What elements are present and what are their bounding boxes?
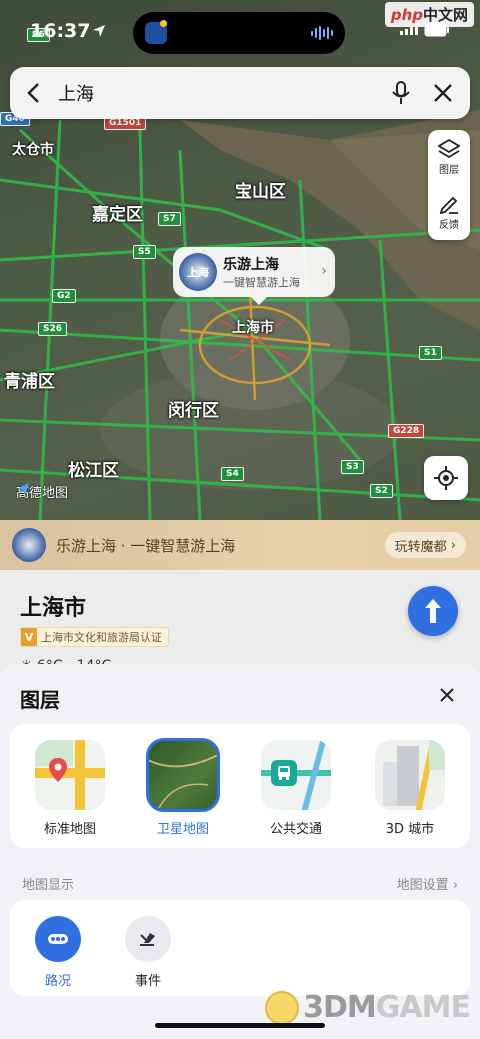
layer-options-card: 标准地图 卫星地图 公共交通 3D 城市 [10,724,470,848]
traffic-icon [48,934,68,944]
navigate-button[interactable] [408,586,458,636]
location-pin-icon [49,758,67,782]
layer-label: 公共交通 [269,822,322,837]
poi-subtitle: 一键智慧游上海 [223,276,300,289]
poi-bubble[interactable]: 上海 乐游上海 一键智慧游上海 › [173,247,335,305]
search-input[interactable]: 上海 [58,80,380,106]
display-label: 事件 [134,974,161,989]
map-controls: 图层 反馈 [428,130,470,240]
road-shield: S4 [221,467,244,481]
feedback-label: 反馈 [439,220,459,231]
chevron-right-icon: › [321,263,327,279]
promo-action-button[interactable]: 玩转魔都 › [384,532,466,558]
layer-label: 3D 城市 [385,822,435,837]
road-shield: G2 [52,289,76,303]
search-bar: 上海 [10,67,470,119]
crosshair-location-icon [434,466,458,490]
layer-label: 标准地图 [43,822,96,837]
amap-arrow-icon [17,483,29,495]
road-shield: S3 [341,460,364,474]
recording-dot-icon [160,20,167,27]
layers-label: 图层 [439,165,459,176]
map-label-shanghai-city: 上海市 [232,320,274,336]
map-label-songjiang: 松江区 [68,461,119,481]
back-button[interactable] [10,67,58,119]
amap-logo: 高德地图 [16,482,68,501]
road-shield: S7 [158,212,181,226]
events-icon-circle [125,916,171,962]
poi-logo: 上海 [179,253,217,291]
event-shovel-icon [140,933,155,946]
promo-logo [12,528,46,562]
map-label-taicang: 太仓市 [12,142,54,158]
dynamic-island [133,12,345,54]
road-shield: G228 [388,424,425,438]
status-time: 16:37 [30,20,91,42]
clear-search-button[interactable] [422,67,464,119]
home-indicator[interactable] [155,1023,325,1028]
map-label-minhang: 闵行区 [168,401,219,421]
city-name: 上海市 [20,596,87,621]
road-shield: S2 [370,484,393,498]
layers-sheet: 图层 标准地图 卫星地图 公共交通 3D 城市 地图显示 地图设置 › 路况 事… [0,664,480,1039]
certification-badge: V 上海市文化和旅游局认证 [20,627,169,647]
layer-standard-map[interactable]: 标准地图 [20,740,120,837]
display-label: 路况 [44,974,71,989]
map-settings-link[interactable]: 地图设置 › [397,874,458,893]
status-bar: 16:37 php中文网 [0,0,480,62]
voice-search-button[interactable] [380,67,422,119]
map-display-section-header: 地图显示 地图设置 › [22,874,458,893]
map-label-qingpu: 青浦区 [4,372,55,392]
close-icon [440,688,454,702]
locate-me-button[interactable] [424,456,468,500]
close-icon [434,84,452,102]
layer-3d-city[interactable]: 3D 城市 [360,740,460,837]
traffic-toggle[interactable]: 路况 [26,916,90,989]
poi-title: 乐游上海 [223,257,279,273]
verified-v-icon: V [21,628,37,646]
mascot-chick-icon [265,990,300,1025]
site-watermark: php中文网 [384,2,474,27]
road-shield: S5 [133,245,156,259]
events-toggle[interactable]: 事件 [116,916,180,989]
road-shield: S1 [419,346,442,360]
layer-satellite-map[interactable]: 卫星地图 [133,738,233,837]
layer-label: 卫星地图 [156,822,209,837]
promo-text: 乐游上海 · 一键智慧游上海 [56,536,236,555]
microphone-icon [392,81,410,104]
layer-public-transit[interactable]: 公共交通 [246,740,346,837]
traffic-icon-circle [35,916,81,962]
route-arrow-icon [425,599,441,623]
bus-icon [278,766,290,780]
location-arrow-icon [93,25,105,37]
map-label-jiading: 嘉定区 [92,205,143,225]
brand-watermark: 3DMGAME [265,990,471,1025]
map-display-heading: 地图显示 [22,878,75,893]
back-arrow-icon [27,83,39,103]
3d-city-thumbnail [375,740,445,810]
feedback-button[interactable]: 反馈 [428,185,470,240]
standard-map-thumbnail [35,740,105,810]
map-label-baoshan: 宝山区 [235,182,286,202]
promo-banner[interactable]: 乐游上海 · 一键智慧游上海 玩转魔都 › [0,520,480,570]
map-display-card: 路况 事件 [10,900,470,996]
layers-button[interactable]: 图层 [428,130,470,185]
public-transit-thumbnail [261,740,331,810]
edit-pencil-icon [439,196,458,214]
road-shield: S26 [38,322,68,336]
audio-wave-icon [311,25,333,41]
layers-icon [438,139,460,159]
satellite-map-thumbnail [146,738,220,812]
close-sheet-button[interactable] [432,680,462,710]
sheet-title: 图层 [20,688,60,712]
